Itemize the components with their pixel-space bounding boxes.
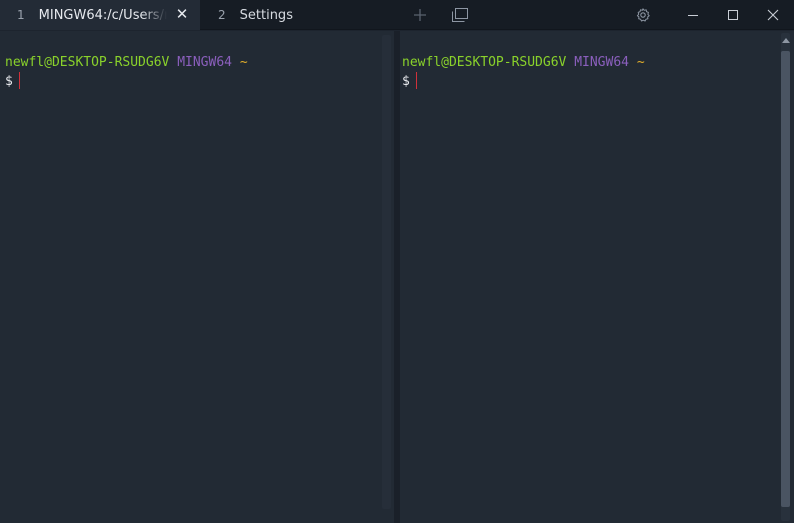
tab-settings[interactable]: 2 Settings	[200, 0, 396, 30]
close-window-button[interactable]	[758, 0, 788, 30]
tab-title: MINGW64:/c/Users/newfl	[38, 7, 167, 23]
tab-title: Settings	[239, 7, 293, 23]
current-directory: ~	[636, 55, 645, 70]
prompt-line: newfl@DESKTOP-RSUDG6V MINGW64 ~	[5, 53, 378, 72]
current-directory: ~	[239, 55, 248, 70]
close-icon	[767, 9, 779, 21]
user-host: newfl@DESKTOP-RSUDG6V	[5, 55, 170, 70]
tab-close-icon[interactable]: ✕	[175, 6, 189, 22]
new-tab-button[interactable]	[408, 0, 432, 30]
shell-name: MINGW64	[574, 55, 629, 70]
terminal-pane-left[interactable]: newfl@DESKTOP-RSUDG6V MINGW64 ~ $	[0, 31, 394, 523]
shell-name: MINGW64	[177, 55, 232, 70]
terminal-window: 1 MINGW64:/c/Users/newfl ✕ 2 Settings	[0, 0, 794, 523]
input-line[interactable]: $	[402, 72, 778, 91]
settings-button[interactable]	[631, 0, 655, 30]
minimize-icon	[688, 15, 698, 16]
prompt-symbol: $	[5, 74, 13, 89]
gear-icon	[636, 8, 650, 22]
user-host: newfl@DESKTOP-RSUDG6V	[402, 55, 567, 70]
prompt-symbol: $	[402, 74, 410, 89]
tab-number: 1	[17, 8, 25, 22]
scrollbar-track[interactable]	[781, 33, 790, 521]
maximize-button[interactable]	[718, 0, 748, 30]
tab-overview-button[interactable]	[448, 0, 472, 30]
plus-icon	[414, 9, 426, 21]
text-cursor	[18, 72, 20, 89]
tab-number: 2	[218, 8, 226, 22]
maximize-icon	[728, 10, 738, 20]
scrollbar-track[interactable]	[382, 35, 391, 509]
scroll-up-arrow-icon[interactable]	[781, 37, 790, 45]
terminal-pane-right[interactable]: newfl@DESKTOP-RSUDG6V MINGW64 ~ $	[400, 31, 794, 523]
title-bar: 1 MINGW64:/c/Users/newfl ✕ 2 Settings	[0, 0, 794, 30]
terminal-output: newfl@DESKTOP-RSUDG6V MINGW64 ~ $	[5, 53, 378, 91]
input-line[interactable]: $	[5, 72, 378, 91]
prompt-line: newfl@DESKTOP-RSUDG6V MINGW64 ~	[402, 53, 778, 72]
minimize-button[interactable]	[678, 0, 708, 30]
text-cursor	[415, 72, 417, 89]
tab-mingw64[interactable]: 1 MINGW64:/c/Users/newfl ✕	[0, 0, 200, 30]
terminal-output: newfl@DESKTOP-RSUDG6V MINGW64 ~ $	[402, 53, 778, 91]
tab-overview-icon	[452, 8, 468, 22]
scrollbar-thumb[interactable]	[781, 51, 790, 507]
